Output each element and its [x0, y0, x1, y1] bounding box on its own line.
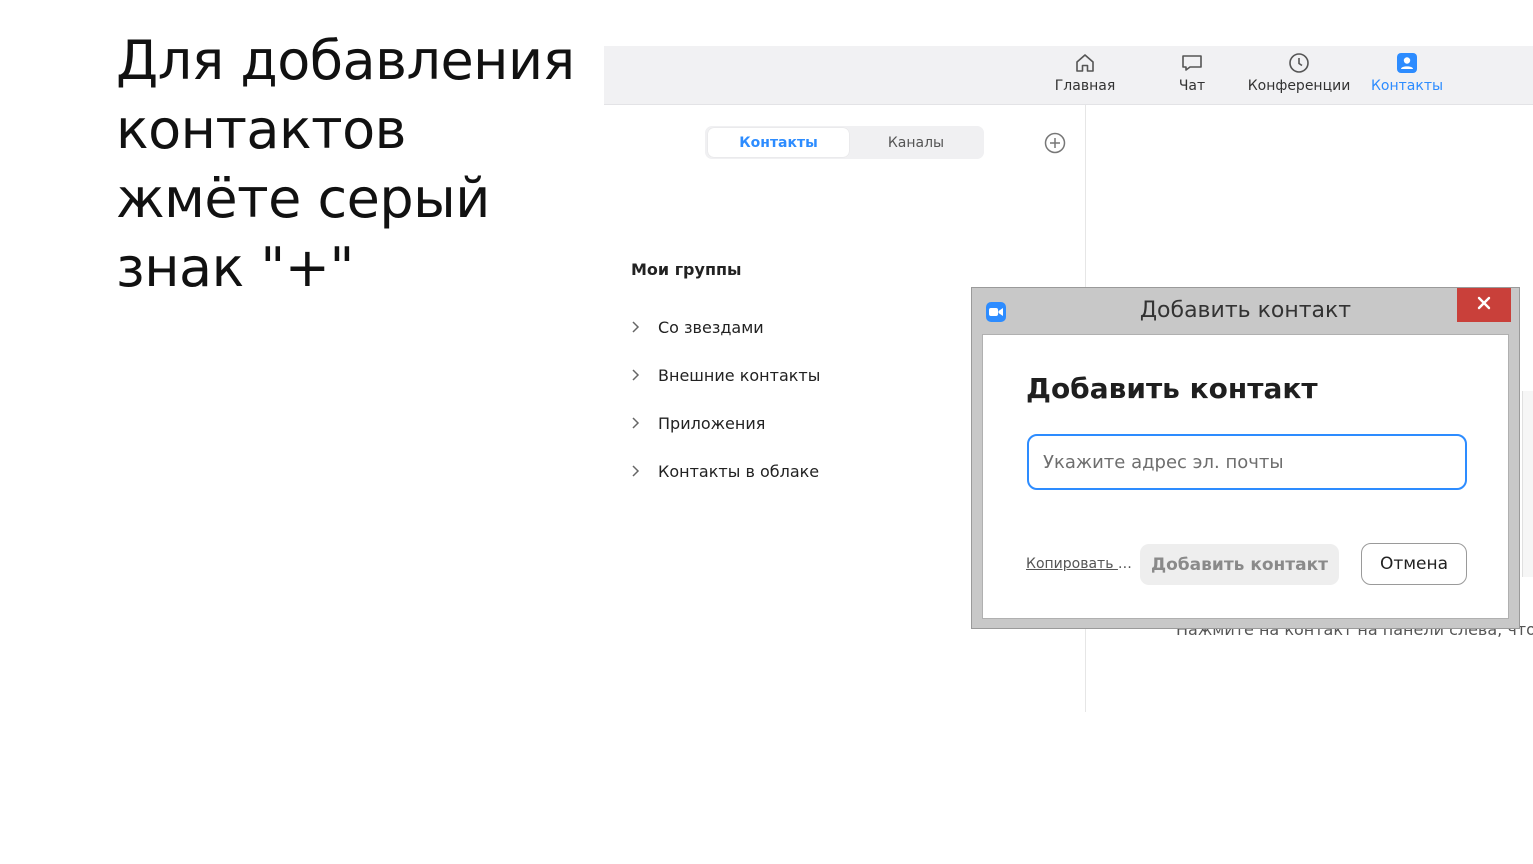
chat-icon — [1179, 50, 1205, 76]
home-icon — [1072, 50, 1098, 76]
my-groups-title: Мои группы — [631, 260, 742, 279]
tab-channels[interactable]: Каналы — [851, 128, 981, 157]
group-external[interactable]: Внешние контакты — [628, 363, 820, 387]
nav-home[interactable]: Главная — [1054, 46, 1116, 105]
nav-contacts-label: Контакты — [1370, 78, 1444, 94]
slide-title: Для добавления контактов жмёте серый зна… — [116, 29, 575, 299]
group-label: Со звездами — [658, 317, 764, 337]
copy-invite-link[interactable]: Копировать п... — [1026, 556, 1140, 572]
add-contact-dialog: Добавить контакт Добавить контакт Копиро… — [971, 287, 1520, 629]
nav-meetings-label: Конференции — [1247, 78, 1351, 94]
dialog-titlebar: Добавить контакт — [972, 288, 1519, 334]
top-navigation: Главная Чат Конференции Контакты — [604, 46, 1533, 105]
dialog-body: Добавить контакт Копировать п... Добавит… — [982, 334, 1509, 619]
nav-chat-label: Чат — [1178, 78, 1206, 94]
group-starred[interactable]: Со звездами — [628, 315, 764, 339]
tab-contacts[interactable]: Контакты — [708, 128, 849, 157]
dialog-heading: Добавить контакт — [1026, 372, 1318, 405]
side-panel-edge — [1522, 391, 1533, 577]
group-apps[interactable]: Приложения — [628, 411, 765, 435]
chevron-right-icon — [628, 464, 642, 478]
nav-home-label: Главная — [1054, 78, 1116, 94]
group-cloud[interactable]: Контакты в облаке — [628, 459, 819, 483]
group-label: Приложения — [658, 413, 766, 433]
chevron-right-icon — [628, 368, 642, 382]
group-label: Внешние контакты — [658, 365, 821, 385]
nav-meetings[interactable]: Конференции — [1247, 46, 1351, 105]
chevron-right-icon — [628, 416, 642, 430]
nav-chat[interactable]: Чат — [1174, 46, 1210, 105]
close-button[interactable] — [1457, 288, 1511, 322]
group-label: Контакты в облаке — [658, 461, 820, 481]
dialog-window-title: Добавить контакт — [1139, 298, 1352, 323]
cancel-button[interactable]: Отмена — [1361, 543, 1467, 585]
email-input[interactable] — [1027, 434, 1467, 490]
nav-contacts[interactable]: Контакты — [1370, 46, 1444, 105]
close-icon — [1477, 296, 1491, 315]
contacts-tab-switcher: Контакты Каналы — [705, 126, 984, 159]
add-contact-button[interactable]: Добавить контакт — [1140, 544, 1339, 585]
contacts-icon — [1394, 50, 1420, 76]
plus-circle-icon[interactable] — [1044, 132, 1066, 154]
chevron-right-icon — [628, 320, 642, 334]
clock-icon — [1286, 50, 1312, 76]
